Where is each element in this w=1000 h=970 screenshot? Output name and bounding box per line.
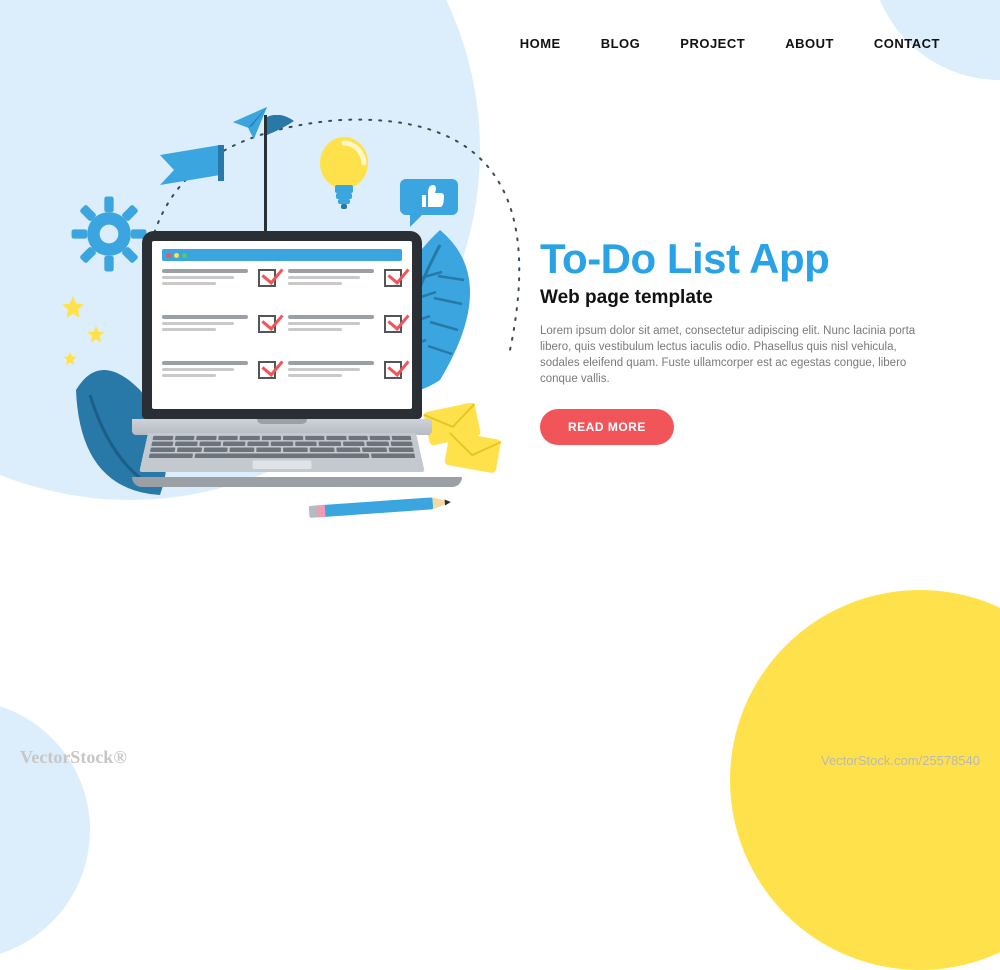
hero-body: Lorem ipsum dolor sit amet, consectetur … <box>540 323 920 387</box>
flag-icon <box>260 115 296 235</box>
hero-illustration <box>60 115 520 555</box>
checkmark-icon <box>258 269 276 287</box>
watermark-text: VectorStock® <box>20 747 127 768</box>
todo-item <box>288 269 402 309</box>
star-icon <box>60 295 86 321</box>
envelope-icon <box>422 403 508 473</box>
checkmark-icon <box>384 315 402 333</box>
todo-list-grid <box>162 269 402 401</box>
checkmark-icon <box>258 315 276 333</box>
checkmark-icon <box>258 361 276 379</box>
laptop-screen <box>152 241 412 409</box>
nav-link-home[interactable]: HOME <box>520 36 561 51</box>
todo-item <box>162 361 276 401</box>
laptop-keyboard <box>139 433 424 472</box>
thumbs-up-bubble-icon <box>400 175 458 227</box>
checkmark-icon <box>384 361 402 379</box>
read-more-button[interactable]: READ MORE <box>540 409 674 445</box>
hero-subtitle: Web page template <box>540 287 940 309</box>
bg-corner-bottom-left <box>0 700 90 960</box>
star-icon <box>86 325 106 345</box>
hero-section: To-Do List App Web page template Lorem i… <box>540 235 940 445</box>
hero-title: To-Do List App <box>540 235 940 283</box>
laptop-illustration <box>132 231 432 487</box>
todo-item <box>162 269 276 309</box>
todo-item <box>288 315 402 355</box>
checkmark-icon <box>384 269 402 287</box>
bg-blob-yellow <box>730 590 1000 970</box>
ribbon-icon <box>160 145 230 193</box>
todo-item <box>288 361 402 401</box>
todo-item <box>162 315 276 355</box>
lightbulb-icon <box>315 137 373 211</box>
app-window-bar <box>162 249 402 261</box>
nav-link-blog[interactable]: BLOG <box>601 36 641 51</box>
main-nav: HOME BLOG PROJECT ABOUT CONTACT <box>520 36 940 51</box>
laptop-screen-frame <box>142 231 422 419</box>
pencil-icon <box>305 495 455 519</box>
nav-link-about[interactable]: ABOUT <box>785 36 834 51</box>
laptop-base <box>132 477 462 487</box>
nav-link-project[interactable]: PROJECT <box>680 36 745 51</box>
nav-link-contact[interactable]: CONTACT <box>874 36 940 51</box>
image-id-text: VectorStock.com/25578540 <box>821 753 980 768</box>
